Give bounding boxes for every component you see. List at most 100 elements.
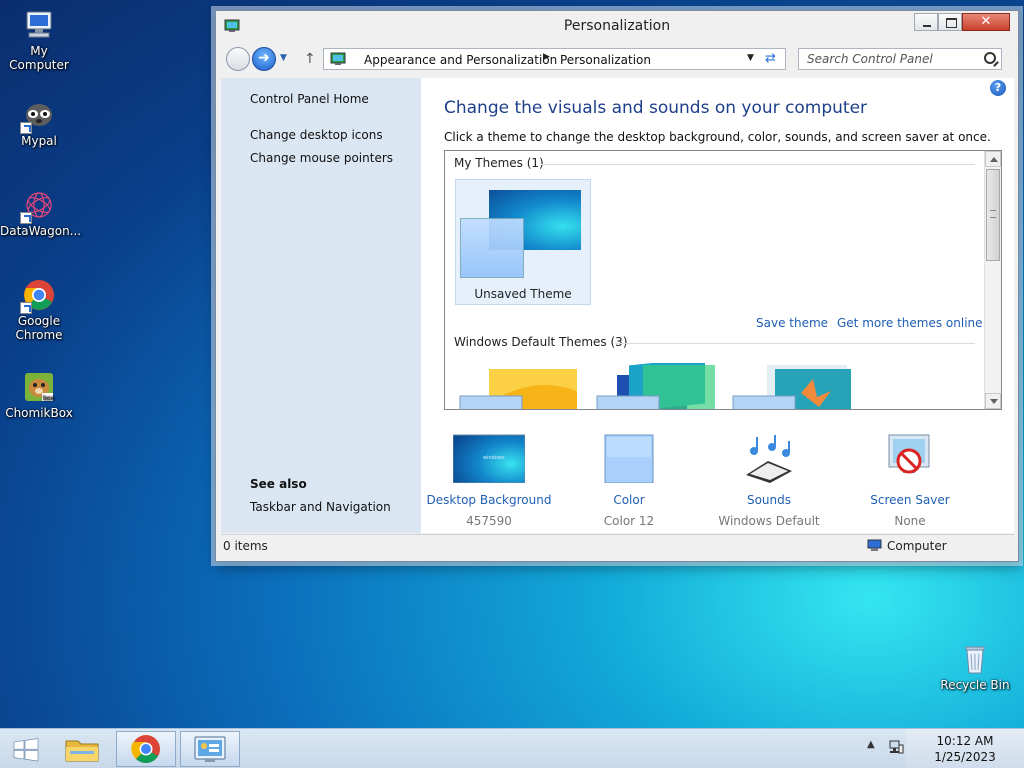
taskbar: ▲ 10:12 AM 1/25/2023 (0, 728, 1024, 768)
navigation-bar: ▼ ↑ Appearance and Personalization ▶ Per… (216, 43, 1018, 75)
scroll-up-icon[interactable] (985, 151, 1001, 167)
status-bar: 0 items Computer (221, 534, 1014, 556)
status-location: Computer (887, 539, 947, 553)
address-dropdown-icon[interactable]: ▼ (747, 53, 754, 63)
desktop-background-icon: windows (452, 433, 526, 485)
computer-icon (867, 539, 882, 552)
shortcut-arrow-icon (20, 302, 32, 314)
sidebar: Control Panel Home Change desktop icons … (221, 78, 421, 533)
control-panel-icon (330, 52, 346, 66)
theme-list[interactable]: My Themes (1) Unsaved Theme Save theme G… (444, 150, 1002, 410)
theme-label: Unsaved Theme (474, 287, 572, 301)
windows-logo-icon (13, 738, 39, 762)
desktop-icon-recycle-bin[interactable]: Recycle Bin (936, 642, 1014, 692)
save-theme-link[interactable]: Save theme (756, 316, 828, 330)
change-desktop-icons-link[interactable]: Change desktop icons (250, 128, 383, 142)
desktop-icon-google-chrome[interactable]: Google Chrome (0, 278, 78, 342)
color-setting[interactable]: Color Color 12 (564, 433, 694, 528)
maximize-button[interactable] (938, 13, 962, 31)
svg-text:box: box (43, 395, 54, 402)
close-button[interactable] (962, 13, 1010, 31)
page-title: Change the visuals and sounds on your co… (444, 98, 868, 118)
change-mouse-pointers-link[interactable]: Change mouse pointers (250, 151, 393, 165)
address-bar[interactable]: Appearance and Personalization ▶ Persona… (323, 48, 786, 70)
desktop-icon-label: ChomikBox (5, 406, 73, 420)
help-icon[interactable]: ? (990, 80, 1006, 96)
color-link[interactable]: Color (564, 493, 694, 507)
search-icon[interactable] (984, 52, 996, 64)
theme-window-preview (460, 218, 524, 278)
mypal-icon (20, 98, 56, 134)
theme-default-2[interactable] (595, 357, 715, 409)
chomikbox-icon: box (22, 370, 56, 404)
theme-list-scrollbar[interactable] (984, 151, 1001, 409)
group-divider (541, 164, 975, 165)
shortcut-arrow-icon (20, 122, 32, 134)
desktop-background-link[interactable]: Desktop Background (424, 493, 554, 507)
desktop-icon-my-computer[interactable]: My Computer (0, 8, 78, 72)
screen-saver-value: None (894, 514, 926, 528)
my-themes-header[interactable]: My Themes (1) (454, 156, 544, 170)
desktop-icon-mypal[interactable]: Mypal (0, 98, 78, 148)
folder-icon (65, 740, 99, 762)
control-panel-home-link[interactable]: Control Panel Home (250, 92, 369, 106)
taskbar-file-explorer[interactable] (52, 731, 112, 767)
clock-time: 10:12 AM (936, 734, 994, 748)
breadcrumb-appearance[interactable]: Appearance and Personalization (364, 53, 557, 67)
computer-icon (22, 8, 56, 42)
search-box[interactable] (798, 48, 1002, 70)
clock-date: 1/25/2023 (934, 750, 996, 764)
personalization-window: Personalization ▼ ↑ Appearance and Perso… (215, 10, 1019, 562)
breadcrumb-personalization[interactable]: Personalization (560, 53, 651, 67)
minimize-button[interactable] (914, 13, 938, 31)
page-description: Click a theme to change the desktop back… (444, 130, 991, 144)
taskbar-control-panel[interactable] (180, 731, 240, 767)
recent-pages-chevron-down-icon[interactable]: ▼ (280, 53, 287, 63)
refresh-icon[interactable]: ⇄ (765, 51, 776, 66)
sounds-setting[interactable]: Sounds Windows Default (704, 433, 834, 528)
title-bar[interactable]: Personalization (216, 11, 1018, 43)
desktop-icon-label: Recycle Bin (940, 678, 1010, 692)
theme-unsaved[interactable]: Unsaved Theme (455, 179, 591, 305)
theme-default-3[interactable] (731, 363, 851, 409)
taskbar-chrome[interactable] (116, 731, 176, 767)
svg-text:windows: windows (483, 455, 505, 461)
up-arrow-icon[interactable]: ↑ (304, 51, 316, 67)
desktop-icon-chomikbox[interactable]: box ChomikBox (0, 370, 78, 420)
status-item-count: 0 items (223, 539, 268, 553)
theme-default-1[interactable] (457, 363, 581, 409)
sounds-link[interactable]: Sounds (704, 493, 834, 507)
sounds-icon (742, 433, 796, 485)
window-title: Personalization (563, 18, 671, 34)
color-icon (604, 433, 654, 485)
main-content: ? Change the visuals and sounds on your … (421, 78, 1014, 533)
desktop-icon-label: DataWagon... (0, 224, 82, 238)
desktop-icon-label: Mypal (21, 134, 57, 148)
windows-default-themes-header[interactable]: Windows Default Themes (3) (454, 335, 628, 349)
sounds-value: Windows Default (718, 514, 820, 528)
scroll-thumb[interactable] (986, 169, 1000, 261)
recycle-bin-icon (958, 642, 992, 676)
scroll-down-icon[interactable] (985, 393, 1001, 409)
chrome-icon (131, 735, 160, 764)
desktop-icon-label: Google Chrome (15, 314, 63, 342)
search-input[interactable] (807, 52, 977, 66)
group-divider (615, 343, 975, 344)
screen-saver-icon (883, 433, 937, 485)
desktop-icon-label: My Computer (9, 44, 69, 72)
desktop-background-setting[interactable]: windows Desktop Background 457590 (424, 433, 554, 528)
taskbar-clock[interactable]: 10:12 AM 1/25/2023 (906, 729, 1024, 768)
color-value: Color 12 (603, 514, 655, 528)
chrome-icon (20, 278, 56, 314)
screen-saver-link[interactable]: Screen Saver (845, 493, 975, 507)
breadcrumb-separator-icon[interactable]: ▶ (543, 52, 550, 62)
screen-saver-setting[interactable]: Screen Saver None (845, 433, 975, 528)
taskbar-navigation-link[interactable]: Taskbar and Navigation (250, 500, 391, 514)
forward-button[interactable] (252, 47, 276, 71)
network-icon[interactable] (888, 739, 904, 755)
desktop-icon-datawagon[interactable]: DataWagon... (0, 188, 82, 238)
start-button[interactable] (4, 733, 48, 767)
show-hidden-icons-icon[interactable]: ▲ (867, 739, 875, 750)
get-more-themes-link[interactable]: Get more themes online (837, 316, 983, 330)
back-button[interactable] (226, 47, 250, 71)
